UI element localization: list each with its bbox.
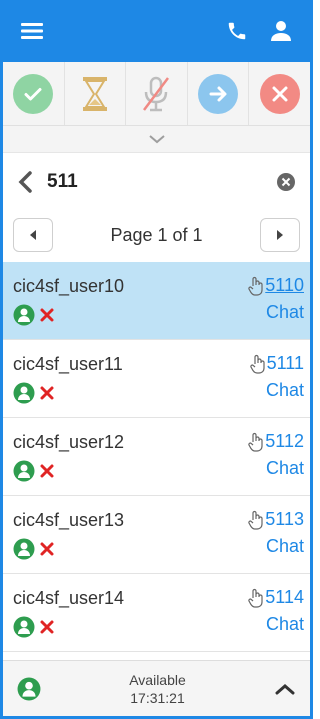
hamburger-icon[interactable] [17,16,47,46]
list-item[interactable]: cic4sf_user10 5110 Chat [3,262,310,340]
available-status-icon [13,616,35,638]
status-footer: Available 17:31:21 [3,660,310,716]
next-page-button[interactable] [259,218,300,252]
unavailable-x-icon [40,464,54,478]
user-name: cic4sf_user13 [13,510,125,530]
mute-button[interactable] [126,62,188,125]
chat-link[interactable]: Chat [266,536,304,557]
caret-left-icon [30,230,36,240]
phone-icon[interactable] [222,16,252,46]
hand-pointer-icon [248,510,263,530]
extension-link[interactable]: 5111 [267,353,304,374]
transfer-button[interactable] [188,62,250,125]
available-status-icon [13,382,35,404]
user-name: cic4sf_user10 [13,276,125,296]
pickup-button[interactable] [3,62,65,125]
available-status-icon [13,460,35,482]
extension-link[interactable]: 5110 [265,275,304,296]
hold-button[interactable] [65,62,127,125]
status-time: 17:31:21 [130,689,185,706]
pager: Page 1 of 1 [3,211,310,259]
chat-link[interactable]: Chat [266,302,304,323]
hand-pointer-icon [248,588,263,608]
chat-link[interactable]: Chat [266,458,304,479]
call-actions-bar [3,62,310,126]
hourglass-icon [82,76,107,111]
microphone-muted-icon [143,76,170,111]
list-item[interactable]: cic4sf_user13 5113 Chat [3,496,310,574]
user-name: cic4sf_user14 [13,588,125,608]
caret-right-icon [276,230,283,240]
unavailable-x-icon [40,308,54,322]
unavailable-x-icon [40,620,54,634]
unavailable-x-icon [40,542,54,556]
check-icon [13,73,54,114]
hand-pointer-icon [249,354,265,374]
user-name: cic4sf_user11 [13,354,123,374]
available-status-icon[interactable] [17,677,41,701]
hand-pointer-icon [248,276,263,296]
chat-link[interactable]: Chat [266,614,304,635]
arrow-right-icon [198,73,239,114]
chat-link[interactable]: Chat [266,380,304,401]
expand-toggle[interactable] [3,126,310,153]
list-item[interactable]: cic4sf_user11 5111 Chat [3,340,310,418]
status-info[interactable]: Available 17:31:21 [41,671,274,707]
disconnect-button[interactable] [249,62,310,125]
status-label: Available [129,671,186,688]
user-icon[interactable] [266,16,296,46]
search-query[interactable]: 511 [47,171,276,193]
hand-pointer-icon [248,432,263,452]
directory-search: 511 [3,153,310,211]
chevron-down-icon [148,135,165,144]
unavailable-x-icon [40,386,54,400]
chevron-up-icon[interactable] [274,682,296,696]
extension-link[interactable]: 5113 [265,509,304,530]
app-window: 511 Page 1 of 1 cic4sf_user10 5110 Chat [0,0,313,719]
available-status-icon [13,538,35,560]
prev-page-button[interactable] [13,218,53,252]
extension-link[interactable]: 5114 [265,587,304,608]
back-chevron-icon[interactable] [15,170,35,194]
clear-search-icon[interactable] [276,172,296,192]
extension-link[interactable]: 5112 [265,431,304,452]
available-status-icon [13,304,35,326]
top-toolbar [3,0,310,62]
list-item[interactable]: cic4sf_user14 5114 Chat [3,574,310,652]
user-name: cic4sf_user12 [13,432,125,452]
close-icon [259,73,300,114]
list-item[interactable]: cic4sf_user12 5112 Chat [3,418,310,496]
page-indicator: Page 1 of 1 [110,224,203,245]
user-list: cic4sf_user10 5110 Chat cic4sf_user11 51… [3,262,310,652]
